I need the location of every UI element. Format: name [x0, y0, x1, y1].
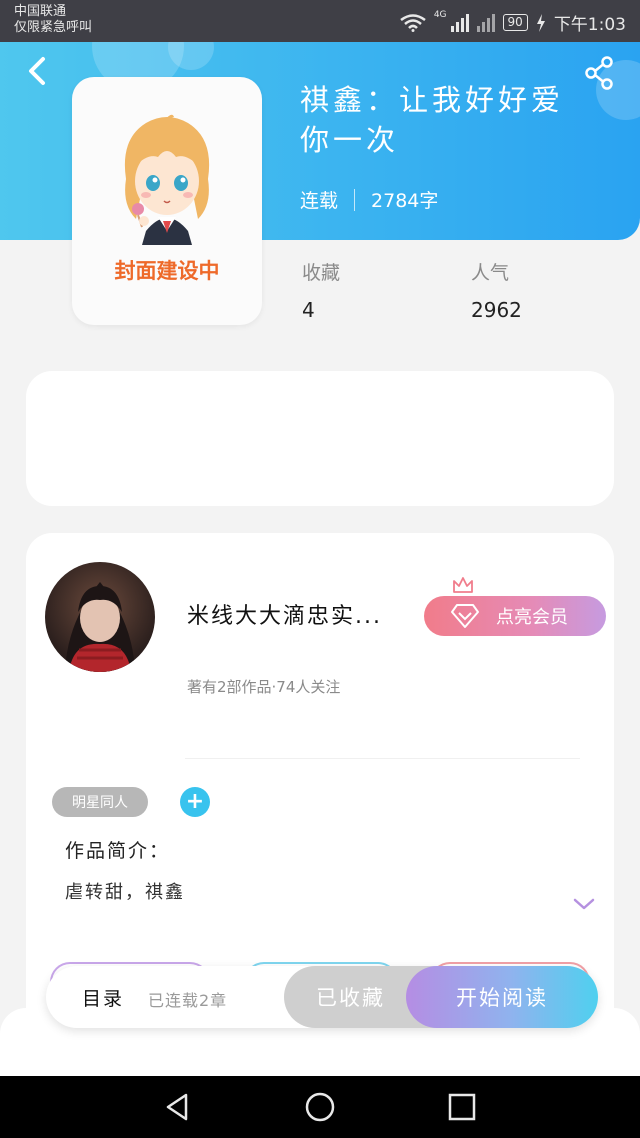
word-count: 2784字: [371, 190, 439, 212]
chevron-down-icon[interactable]: [572, 896, 596, 912]
nav-home-icon[interactable]: [304, 1092, 336, 1124]
book-cover[interactable]: 封面建设中: [72, 77, 262, 325]
add-tag-button[interactable]: +: [180, 787, 210, 817]
popularity-label: 人气: [471, 262, 510, 284]
favorites-count: 4: [302, 298, 315, 322]
crown-icon: [453, 577, 473, 593]
action-bar: 目录 已连载2章 已收藏 开始阅读: [46, 966, 598, 1028]
section-divider: [185, 758, 580, 759]
nav-back-icon[interactable]: [162, 1092, 192, 1122]
carrier-name: 中国联通: [14, 4, 67, 19]
network-type: 4G: [433, 10, 447, 20]
intro-text: 虐转甜，祺鑫: [65, 882, 185, 903]
author-name[interactable]: 米线大大滴忠实...: [187, 598, 382, 630]
charging-icon: [536, 13, 545, 32]
meta-divider: [354, 188, 356, 211]
wifi-icon: [400, 13, 426, 32]
book-meta: 连载 2784字: [300, 186, 438, 213]
popularity-count: 2962: [471, 298, 522, 322]
battery-indicator: 90: [502, 14, 528, 31]
blank-card: [26, 371, 614, 506]
back-arrow-icon[interactable]: [24, 56, 50, 86]
plus-icon: +: [185, 789, 205, 814]
nav-recents-icon[interactable]: [448, 1092, 476, 1122]
cover-placeholder-text: 封面建设中: [114, 259, 220, 283]
toc-button[interactable]: 目录: [82, 984, 124, 1011]
book-title: 祺鑫：让我好好爱你一次: [300, 83, 565, 157]
tag-chip[interactable]: 明星同人: [52, 787, 148, 817]
avatar-photo: [65, 582, 135, 672]
signal-icon: [450, 13, 469, 32]
avatar[interactable]: [45, 562, 155, 672]
cover-character-illustration: [124, 114, 210, 245]
diamond-icon: [451, 604, 479, 628]
clock: 下午1:03: [553, 15, 626, 35]
author-info: 著有2部作品·74人关注: [187, 678, 341, 696]
status-icons: 4G 90 下午1:03: [400, 10, 626, 35]
status-bar: 中国联通 仅限紧急呼叫 4G 90 下午1:03: [0, 0, 640, 42]
signal-icon: [476, 13, 495, 32]
vip-button-label: 点亮会员: [496, 607, 568, 628]
system-nav-bar: [0, 1076, 640, 1138]
serial-status: 连载: [300, 190, 339, 212]
emergency-only: 仅限紧急呼叫: [14, 20, 93, 35]
favorites-label: 收藏: [302, 262, 341, 284]
start-reading-button[interactable]: 开始阅读: [406, 966, 598, 1028]
carrier-info: 中国联通 仅限紧急呼叫: [14, 4, 92, 36]
vip-button[interactable]: 点亮会员: [424, 596, 606, 636]
intro-label: 作品简介：: [65, 840, 171, 862]
chapter-count: 已连载2章: [148, 991, 228, 1010]
